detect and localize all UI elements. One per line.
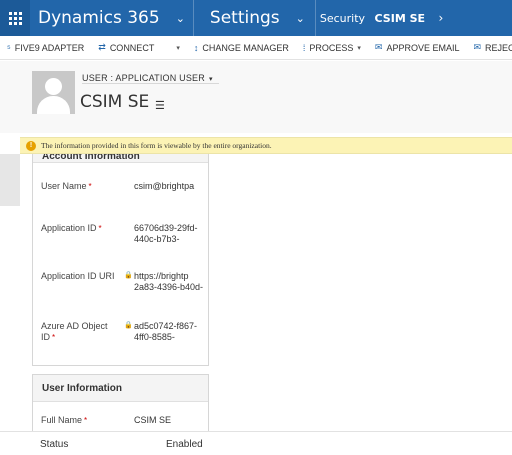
top-nav-bar: Dynamics 365 ⌄ Settings ⌄ Security CSIM …	[0, 0, 512, 36]
breadcrumb-record[interactable]: CSIM SE	[375, 12, 426, 25]
caret-down-icon: ▾	[208, 76, 213, 83]
connect-button[interactable]: ⇄ CONNECT	[91, 36, 161, 60]
account-information-section: Account Information User Name * csim@brig…	[32, 146, 209, 366]
field-label: User Name *	[41, 181, 92, 191]
chevron-down-icon: ⌄	[175, 12, 185, 25]
field-value: ad5c0742-f867-4ff0-8585-	[134, 321, 198, 342]
avatar-body	[37, 96, 70, 114]
field-label: Full Name *	[41, 415, 88, 425]
notification-text: The information provided in this form is…	[41, 141, 272, 150]
approve-email-button[interactable]: ✉ APPROVE EMAIL	[368, 36, 467, 60]
lock-icon: 🔒	[124, 322, 133, 329]
form-selector[interactable]: USER : APPLICATION USER ▾	[82, 73, 219, 84]
five9-icon: ⁵	[7, 42, 11, 53]
full-name-field[interactable]: Full Name * CSIM SE	[41, 415, 206, 429]
app-launcher-button[interactable]	[0, 0, 30, 36]
avatar[interactable]	[32, 71, 75, 114]
command-label: FIVE9 ADAPTER	[14, 42, 85, 53]
area-name: Settings	[209, 8, 280, 28]
page: Dynamics 365 ⌄ Settings ⌄ Security CSIM …	[0, 0, 512, 455]
azure-ad-object-id-field: Azure AD Object ID * 🔒 ad5c0742-f867-4ff0…	[41, 321, 206, 357]
field-value: https://brightp 2a83-4396-b40d-	[134, 271, 204, 292]
hamburger-menu-icon[interactable]: ☰	[155, 99, 165, 112]
change-manager-icon: ↕	[193, 42, 199, 53]
process-icon: ⁞	[302, 42, 306, 53]
command-label: PROCESS	[309, 42, 354, 53]
field-value[interactable]: 66706d39-29fd-440c-b7b3-	[134, 223, 206, 257]
command-label: CONNECT	[109, 42, 155, 53]
required-indicator: *	[98, 224, 102, 233]
status-label: Status	[40, 439, 69, 450]
status-value: Enabled	[166, 439, 203, 450]
field-label: Azure AD Object ID *	[41, 321, 108, 342]
command-bar: ⁵ FIVE9 ADAPTER ⇄ CONNECT ▾ ↕ CHANGE MAN…	[0, 36, 512, 60]
command-label: REJECT EM	[485, 42, 512, 53]
form-selector-label: USER : APPLICATION USER	[82, 73, 205, 83]
reject-email-icon: ✉	[473, 42, 482, 52]
application-id-uri-field: Application ID URI 🔒 https://brightp 2a8…	[41, 271, 206, 307]
required-indicator: *	[88, 182, 92, 191]
user-name-field[interactable]: User Name * csim@brightpa	[41, 181, 206, 201]
reject-email-button[interactable]: ✉ REJECT EM	[466, 36, 512, 60]
user-information-section: User Information Full Name * CSIM SE	[32, 374, 209, 434]
record-header: USER : APPLICATION USER ▾ CSIM SE ☰	[0, 61, 512, 133]
field-label: Application ID *	[41, 223, 102, 233]
breadcrumb: Security CSIM SE ›	[316, 11, 444, 25]
page-title: CSIM SE	[80, 92, 150, 112]
area-switcher[interactable]: Settings ⌄	[194, 0, 316, 36]
field-value[interactable]: csim@brightpa	[134, 181, 206, 192]
left-gutter	[0, 154, 20, 206]
status-footer: Status Enabled	[0, 431, 512, 455]
change-manager-button[interactable]: ↕ CHANGE MANAGER	[187, 36, 296, 60]
connect-dropdown-button[interactable]: ▾	[165, 36, 187, 60]
waffle-icon	[8, 11, 22, 25]
warning-icon: !	[26, 140, 36, 151]
application-id-field[interactable]: Application ID * 66706d39-29fd-440c-b7b3-	[41, 223, 206, 259]
caret-down-icon: ▾	[357, 44, 361, 52]
notification-bar: ! The information provided in this form …	[20, 137, 512, 154]
caret-down-icon: ▾	[176, 44, 180, 52]
approve-email-icon: ✉	[374, 42, 383, 52]
section-title: User Information	[33, 375, 208, 402]
required-indicator: *	[52, 333, 56, 342]
command-label: APPROVE EMAIL	[386, 42, 460, 53]
field-label: Application ID URI	[41, 271, 115, 281]
chevron-down-icon: ⌄	[295, 12, 305, 25]
app-name: Dynamics 365	[38, 8, 160, 28]
connect-icon: ⇄	[98, 42, 106, 52]
chevron-right-icon[interactable]: ›	[439, 11, 444, 25]
command-label: CHANGE MANAGER	[202, 42, 289, 53]
lock-icon: 🔒	[124, 272, 133, 279]
five9-adapter-button[interactable]: ⁵ FIVE9 ADAPTER	[0, 36, 91, 60]
avatar-head	[45, 78, 62, 95]
field-value[interactable]: CSIM SE	[134, 415, 206, 426]
breadcrumb-security[interactable]: Security	[320, 12, 365, 25]
app-switcher[interactable]: Dynamics 365 ⌄	[30, 0, 194, 36]
required-indicator: *	[84, 416, 88, 425]
process-button[interactable]: ⁞ PROCESS ▾	[296, 36, 368, 60]
